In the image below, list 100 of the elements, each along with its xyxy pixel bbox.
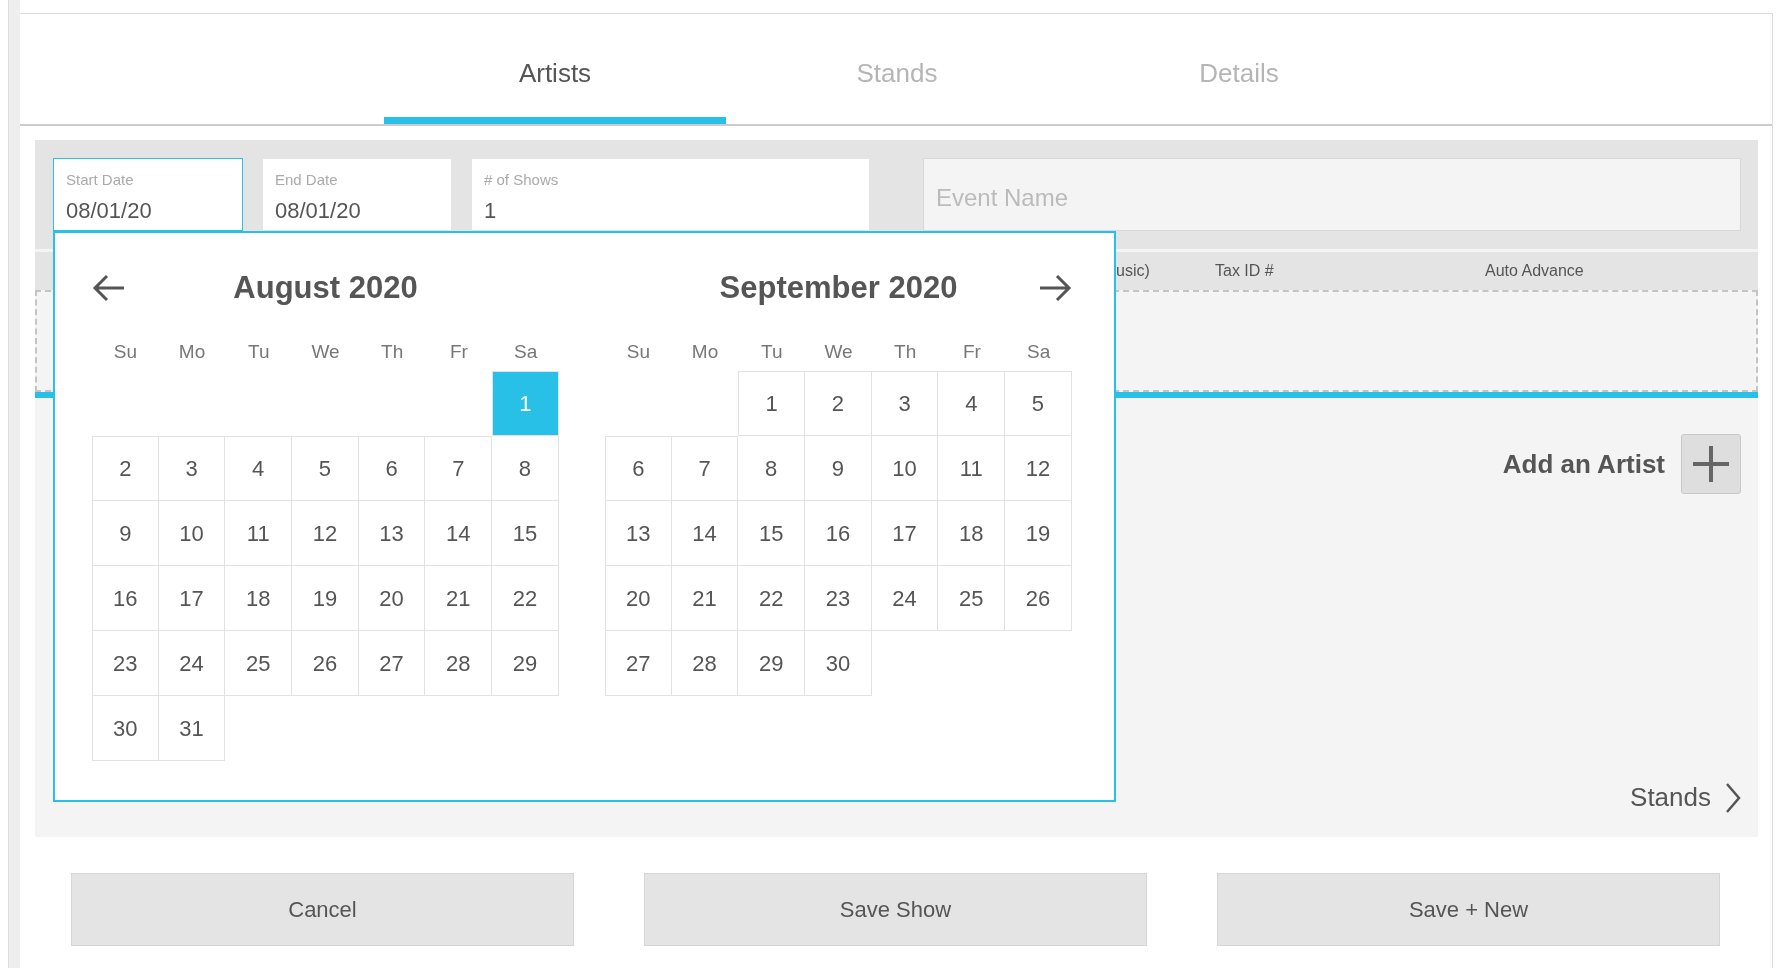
column-header: Auto Advance [1485,261,1584,281]
calendar-day[interactable]: 14 [425,501,493,566]
date-field[interactable]: Start Date 08/01/20 [53,158,243,231]
calendar-day[interactable]: 22 [738,566,806,631]
calendar-day[interactable]: 26 [1005,566,1072,631]
calendar-day[interactable]: 3 [871,371,939,436]
arrow-left-icon[interactable] [92,273,126,303]
add-artist-label: Add an Artist [1502,447,1665,481]
calendar-day[interactable]: 10 [871,436,939,501]
field-value: 08/01/20 [275,196,362,225]
action-button[interactable]: Save + New [1217,873,1720,946]
weekday-label: Fr [448,339,469,364]
calendar-day[interactable]: 9 [92,501,159,566]
calendar-day[interactable]: 30 [92,696,159,761]
tab[interactable]: Artists [384,14,726,124]
weekday-label: Su [625,339,651,364]
weekday-label: Th [893,339,918,364]
weekday-label: Mo [177,339,207,364]
stands-link[interactable]: Stands [1630,778,1711,817]
calendar-day[interactable]: 10 [158,501,226,566]
calendar-day[interactable]: 9 [805,436,872,501]
weekday-label: Su [112,339,138,364]
field-value: 1 [484,196,498,225]
chevron-right-icon[interactable] [1725,781,1741,814]
calendar-day[interactable]: 2 [92,436,159,501]
month-title: August 2020 [233,268,418,307]
calendar-day[interactable]: 25 [225,631,293,696]
calendar-day[interactable]: 26 [292,631,359,696]
calendar-day[interactable]: 21 [425,566,493,631]
arrow-right-icon[interactable] [1038,273,1072,303]
calendar-day[interactable]: 19 [1005,501,1072,566]
month-title: September 2020 [719,268,958,307]
calendar-day[interactable]: 27 [358,631,426,696]
calendar-day[interactable]: 30 [805,631,872,696]
calendar-day[interactable]: 8 [492,436,559,501]
calendar-day[interactable]: 25 [938,566,1006,631]
field-label: Start Date [66,170,135,190]
calendar-day[interactable]: 15 [738,501,806,566]
calendar-day[interactable]: 16 [92,566,159,631]
calendar-day[interactable]: 29 [492,631,559,696]
calendar-day[interactable]: 28 [425,631,493,696]
field-label: End Date [275,170,339,190]
calendar-day[interactable]: 23 [805,566,872,631]
calendar-day[interactable]: 31 [158,696,226,761]
field-value: 08/01/20 [66,196,153,225]
calendar-day[interactable]: 7 [671,436,739,501]
weekday-label: We [310,339,341,364]
calendar-day[interactable]: 27 [605,631,672,696]
calendar-day[interactable]: 5 [1005,371,1072,436]
column-header: usic) [1116,261,1150,281]
calendar-day[interactable]: 18 [938,501,1006,566]
weekday-label: Fr [961,339,982,364]
calendar-day[interactable]: 17 [158,566,226,631]
column-header: Tax ID # [1215,261,1274,281]
calendar-day[interactable]: 13 [605,501,672,566]
calendar-day[interactable]: 20 [358,566,426,631]
calendar-day[interactable]: 8 [738,436,806,501]
weekday-label: Tu [760,339,784,364]
calendar-day[interactable]: 7 [425,436,493,501]
event-name-input[interactable]: Event Name [923,158,1741,231]
calendar-day[interactable]: 3 [158,436,226,501]
action-button[interactable]: Save Show [644,873,1147,946]
calendar-day[interactable]: 14 [671,501,739,566]
calendar-day[interactable]: 15 [492,501,559,566]
calendar-day[interactable]: 12 [1005,436,1072,501]
weekday-label: Th [380,339,405,364]
calendar-day[interactable]: 17 [871,501,939,566]
calendar-day[interactable]: 2 [805,371,872,436]
weekday-label: Sa [513,339,539,364]
calendar-day[interactable]: 18 [225,566,293,631]
calendar-day[interactable]: 22 [492,566,559,631]
calendar-day[interactable]: 16 [805,501,872,566]
calendar-day[interactable]: 13 [358,501,426,566]
plus-icon [1691,444,1731,484]
calendar-day[interactable]: 29 [738,631,806,696]
add-button[interactable] [1681,434,1741,494]
calendar-day[interactable]: 4 [225,436,293,501]
weekday-label: Mo [690,339,720,364]
calendar-day[interactable]: 20 [605,566,672,631]
date-field[interactable]: # of Shows 1 [471,158,870,231]
calendar-day[interactable]: 5 [292,436,359,501]
calendar-day[interactable]: 4 [938,371,1006,436]
action-button[interactable]: Cancel [71,873,574,946]
calendar-day[interactable]: 6 [605,436,672,501]
calendar-day[interactable]: 23 [92,631,159,696]
calendar-day[interactable]: 12 [292,501,359,566]
field-label: # of Shows [484,170,560,190]
calendar-day[interactable]: 24 [871,566,939,631]
calendar-day[interactable]: 6 [358,436,426,501]
calendar-day[interactable]: 21 [671,566,739,631]
weekday-label: Tu [247,339,271,364]
date-field[interactable]: End Date 08/01/20 [262,158,452,231]
calendar-day[interactable]: 11 [225,501,293,566]
calendar-day[interactable]: 28 [671,631,739,696]
calendar-day[interactable]: 1 [738,371,806,436]
calendar-day[interactable]: 19 [292,566,359,631]
weekday-label: We [823,339,854,364]
calendar-day[interactable]: 24 [158,631,226,696]
weekday-label: Sa [1026,339,1052,364]
calendar-day[interactable]: 11 [938,436,1006,501]
